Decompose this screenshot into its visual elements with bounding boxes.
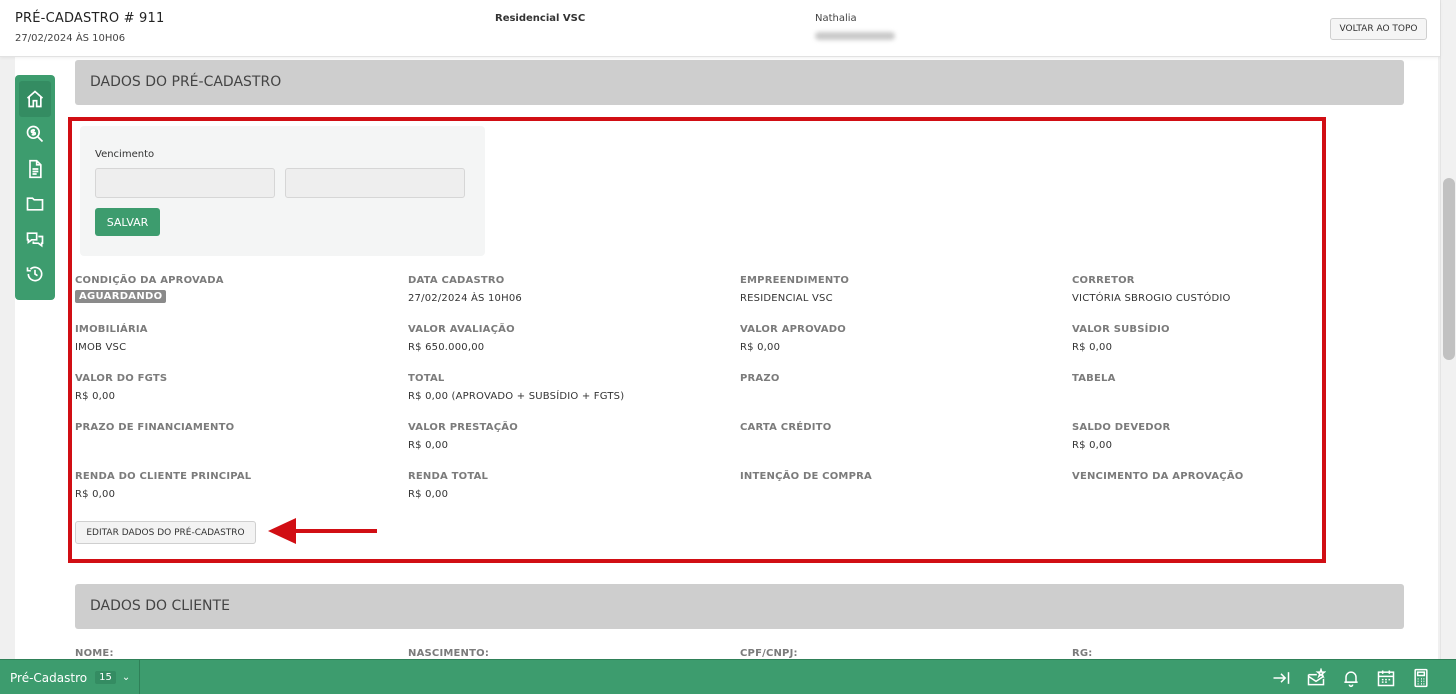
bell-icon[interactable] xyxy=(1341,668,1361,688)
section-header-pre-cadastro[interactable]: DADOS DO PRÉ-CADASTRO xyxy=(75,60,1404,105)
folder-icon[interactable] xyxy=(25,194,45,214)
page-date: 27/02/2024 ÀS 10H06 xyxy=(15,33,126,44)
footer-tab-label: Pré-Cadastro xyxy=(10,670,88,685)
back-to-top-button[interactable]: VOLTAR AO TOPO xyxy=(1330,18,1427,40)
section-title: DADOS DO PRÉ-CADASTRO xyxy=(90,74,282,90)
field-label: CPF/CNPJ: xyxy=(740,648,798,659)
mail-star-icon[interactable] xyxy=(1306,667,1327,688)
field-label: NASCIMENTO: xyxy=(408,648,490,659)
footer-tab-pre-cadastro[interactable]: Pré-Cadastro 15 ⌄ xyxy=(0,660,140,694)
top-header: PRÉ-CADASTRO # 911 27/02/2024 ÀS 10H06 R… xyxy=(0,0,1440,57)
page-title: PRÉ-CADASTRO # 911 xyxy=(15,11,165,26)
section-header-cliente[interactable]: DADOS DO CLIENTE xyxy=(75,584,1404,629)
arrow-annotation xyxy=(268,518,377,544)
sidebar-rail xyxy=(15,75,55,300)
scrollbar[interactable] xyxy=(1440,0,1456,660)
chevron-down-icon: ⌄ xyxy=(121,672,131,683)
user-name: Nathalia xyxy=(815,13,857,24)
cliente-field: NOME: xyxy=(75,648,375,659)
search-money-icon[interactable] xyxy=(25,124,45,144)
calculator-icon[interactable] xyxy=(1411,668,1431,688)
document-icon[interactable] xyxy=(25,159,45,179)
home-icon[interactable] xyxy=(25,89,45,109)
cliente-field: RG: xyxy=(1072,648,1372,659)
history-icon[interactable] xyxy=(25,264,45,284)
field-label: NOME: xyxy=(75,648,114,659)
calendar-icon[interactable] xyxy=(1376,668,1396,688)
cliente-field: CPF/CNPJ: xyxy=(740,648,1040,659)
collapse-right-icon[interactable] xyxy=(1271,668,1291,688)
highlight-box xyxy=(68,117,1326,563)
empreendimento-name: Residencial VSC xyxy=(495,13,586,24)
footer-tab-count: 15 xyxy=(95,671,116,684)
footer-bar: Pré-Cadastro 15 ⌄ xyxy=(0,659,1456,694)
chat-icon[interactable] xyxy=(25,229,45,249)
cliente-field: NASCIMENTO: xyxy=(408,648,708,659)
blurred-user-info xyxy=(815,32,895,40)
section-title: DADOS DO CLIENTE xyxy=(90,598,230,614)
scrollbar-thumb[interactable] xyxy=(1443,178,1455,360)
field-label: RG: xyxy=(1072,648,1093,659)
